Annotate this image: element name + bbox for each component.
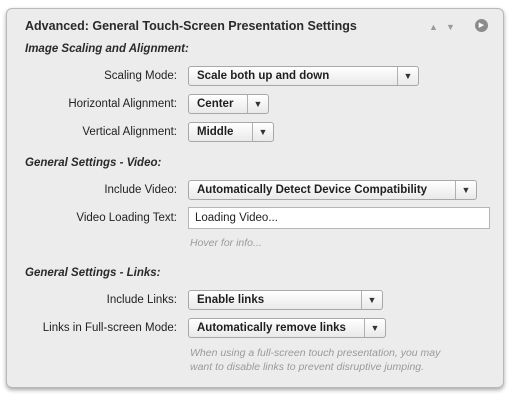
chevron-down-icon: ▼ <box>455 181 476 199</box>
scaling-mode-label: Scaling Mode: <box>104 70 177 82</box>
horizontal-alignment-select[interactable]: Center ▼ <box>188 94 269 114</box>
vertical-alignment-value: Middle <box>197 126 234 138</box>
fullscreen-links-select[interactable]: Automatically remove links ▼ <box>188 318 386 338</box>
include-video-value: Automatically Detect Device Compatibilit… <box>197 184 428 196</box>
move-down-icon[interactable]: ▼ <box>446 22 455 32</box>
links-hint-line-2: want to disable links to prevent disrupt… <box>190 361 425 373</box>
panel-title: Advanced: General Touch-Screen Presentat… <box>25 19 357 33</box>
include-video-select[interactable]: Automatically Detect Device Compatibilit… <box>188 180 477 200</box>
include-links-value: Enable links <box>197 294 265 306</box>
chevron-down-icon: ▼ <box>252 123 273 141</box>
links-hint-line-1: When using a full-screen touch presentat… <box>190 347 441 359</box>
settings-panel: Advanced: General Touch-Screen Presentat… <box>6 8 504 388</box>
horizontal-alignment-label: Horizontal Alignment: <box>68 98 177 110</box>
video-loading-text-input[interactable] <box>188 207 490 229</box>
section-links: General Settings - Links: <box>25 267 161 279</box>
move-up-icon[interactable]: ▲ <box>429 22 438 32</box>
scaling-mode-value: Scale both up and down <box>197 70 330 82</box>
video-loading-text-label: Video Loading Text: <box>76 212 177 224</box>
include-links-select[interactable]: Enable links ▼ <box>188 290 383 310</box>
include-video-label: Include Video: <box>104 184 177 196</box>
scaling-mode-select[interactable]: Scale both up and down ▼ <box>188 66 419 86</box>
video-hint-text: Hover for info... <box>190 237 262 249</box>
play-icon[interactable]: ▶ <box>475 19 488 32</box>
chevron-down-icon: ▼ <box>397 67 418 85</box>
chevron-down-icon: ▼ <box>247 95 268 113</box>
fullscreen-links-label: Links in Full-screen Mode: <box>42 322 177 334</box>
horizontal-alignment-value: Center <box>197 98 234 110</box>
vertical-alignment-label: Vertical Alignment: <box>82 126 177 138</box>
section-video: General Settings - Video: <box>25 157 162 169</box>
include-links-label: Include Links: <box>106 294 177 306</box>
chevron-down-icon: ▼ <box>361 291 382 309</box>
vertical-alignment-select[interactable]: Middle ▼ <box>188 122 274 142</box>
section-image-scaling: Image Scaling and Alignment: <box>25 43 189 55</box>
fullscreen-links-value: Automatically remove links <box>197 322 346 334</box>
chevron-down-icon: ▼ <box>364 319 385 337</box>
